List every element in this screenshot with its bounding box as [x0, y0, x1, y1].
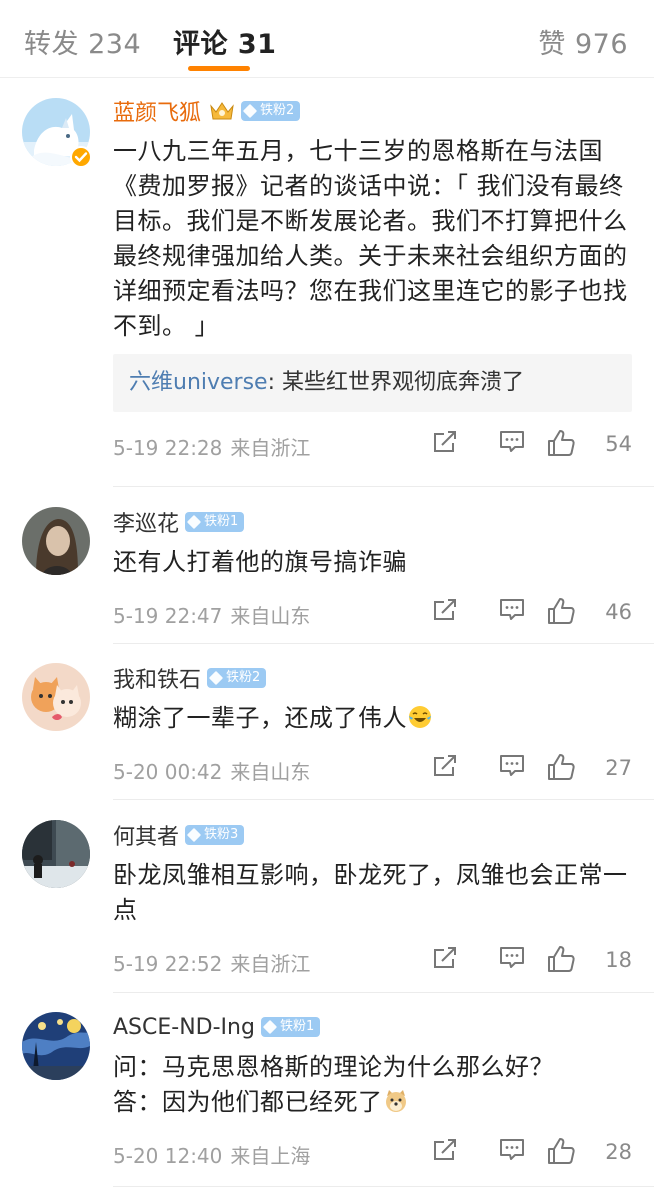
- fan-badge: 铁粉2: [207, 668, 267, 688]
- timestamp: 5-20 12:40: [113, 1144, 223, 1168]
- fan-badge: 铁粉2: [241, 101, 301, 121]
- comment-text-block: 问：马克思恩格斯的理论为什么那么好？ 答：因为他们都已经死了: [113, 1050, 632, 1120]
- badge-label: 铁粉1: [279, 1019, 315, 1034]
- location: 来自上海: [230, 1144, 311, 1168]
- like-count: 54: [605, 432, 632, 456]
- comment-meta: 5-20 12:40 来自上海: [113, 1140, 310, 1169]
- location: 来自山东: [230, 604, 311, 628]
- comment-text: 还有人打着他的旗号搞诈骗: [113, 548, 407, 576]
- timestamp: 5-19 22:28: [113, 436, 223, 460]
- fan-badge: 铁粉3: [185, 825, 245, 845]
- avatar[interactable]: [22, 820, 90, 888]
- diamond-icon: [186, 514, 202, 530]
- location: 来自山东: [230, 760, 311, 784]
- divider: [113, 643, 654, 644]
- comment-icon[interactable]: [498, 596, 526, 624]
- snow-scene-avatar: [22, 820, 90, 888]
- comment-text-line: 答：因为他们都已经死了: [113, 1088, 383, 1116]
- reply-text: : 某些红世界观彻底奔溃了: [267, 370, 525, 395]
- comment-icon[interactable]: [498, 1136, 526, 1164]
- comment-text-line-row: 答：因为他们都已经死了: [113, 1085, 632, 1120]
- laugh-cry-emoji: [409, 706, 431, 728]
- like-count: 46: [605, 600, 632, 624]
- comment-meta: 5-20 00:42 来自山东: [113, 756, 310, 785]
- avatar[interactable]: [22, 1012, 90, 1080]
- doge-emoji: [385, 1090, 406, 1112]
- like-icon[interactable]: [546, 944, 576, 974]
- badge-label: 铁粉2: [260, 103, 295, 118]
- divider: [113, 486, 654, 487]
- badge-label: 铁粉3: [204, 827, 239, 842]
- comment-text: 一八九三年五月，七十三岁的恩格斯在与法国《费加罗报》记者的谈话中说：「 我们没有…: [113, 137, 628, 340]
- share-icon[interactable]: [431, 596, 459, 624]
- divider: [113, 992, 654, 993]
- comment-icon[interactable]: [498, 944, 526, 972]
- reply-preview[interactable]: 六维universe: 某些红世界观彻底奔溃了: [113, 354, 632, 412]
- like-count: 28: [605, 1140, 632, 1164]
- crown-icon: [210, 102, 234, 120]
- diamond-icon: [186, 827, 202, 843]
- comment-icon[interactable]: [498, 428, 526, 456]
- share-icon[interactable]: [431, 944, 459, 972]
- like-icon[interactable]: [546, 596, 576, 626]
- diamond-icon: [208, 670, 224, 686]
- active-tab-indicator: [188, 66, 250, 71]
- tab-repost[interactable]: 转发 234: [24, 22, 141, 61]
- avatar[interactable]: [22, 663, 90, 731]
- verified-badge-icon: [70, 146, 92, 168]
- like-count: 18: [605, 948, 632, 972]
- badge-label: 铁粉1: [204, 514, 239, 529]
- comment-meta: 5-19 22:52 来自浙江: [113, 948, 310, 977]
- tab-likes[interactable]: 赞 976: [538, 22, 628, 61]
- timestamp: 5-19 22:47: [113, 604, 223, 628]
- comment-meta: 5-19 22:47 来自山东: [113, 600, 310, 629]
- location: 来自浙江: [230, 952, 311, 976]
- timestamp: 5-19 22:52: [113, 952, 223, 976]
- fan-badge: 铁粉1: [185, 512, 245, 532]
- avatar[interactable]: [22, 507, 90, 575]
- username[interactable]: 蓝颜飞狐: [113, 95, 201, 127]
- username[interactable]: 我和铁石: [113, 662, 201, 694]
- like-count: 27: [605, 756, 632, 780]
- comment-icon[interactable]: [498, 752, 526, 780]
- starry-night-avatar: [22, 1012, 90, 1080]
- kittens-avatar: [22, 663, 90, 731]
- divider: [113, 1186, 654, 1187]
- reply-username[interactable]: 六维universe: [129, 370, 268, 395]
- comment-tabs: 转发 234 评论 31 赞 976: [0, 0, 654, 78]
- share-icon[interactable]: [431, 1136, 459, 1164]
- diamond-icon: [242, 103, 258, 119]
- comment-text-row: 糊涂了一辈子，还成了伟人: [113, 701, 632, 736]
- username[interactable]: 何其者: [113, 819, 179, 851]
- username[interactable]: ASCE-ND-Ing: [113, 1015, 255, 1040]
- like-icon[interactable]: [546, 1136, 576, 1166]
- share-icon[interactable]: [431, 752, 459, 780]
- username[interactable]: 李巡花: [113, 506, 179, 538]
- tab-comments[interactable]: 评论 31: [173, 22, 276, 61]
- like-icon[interactable]: [546, 752, 576, 782]
- avatar[interactable]: [22, 98, 92, 168]
- diamond-icon: [262, 1019, 278, 1035]
- badge-label: 铁粉2: [226, 670, 261, 685]
- comment-text: 糊涂了一辈子，还成了伟人: [113, 704, 407, 732]
- comment-meta: 5-19 22:28 来自浙江: [113, 432, 310, 461]
- divider: [113, 799, 654, 800]
- share-icon[interactable]: [431, 428, 459, 456]
- location: 来自浙江: [230, 436, 311, 460]
- comment-text-line: 问：马克思恩格斯的理论为什么那么好？: [113, 1053, 554, 1081]
- like-icon[interactable]: [546, 428, 576, 458]
- comment-text: 卧龙凤雏相互影响，卧龙死了，凤雏也会正常一点: [113, 861, 628, 924]
- woman-portrait-avatar: [22, 507, 90, 575]
- timestamp: 5-20 00:42: [113, 760, 223, 784]
- fan-badge: 铁粉1: [260, 1017, 321, 1037]
